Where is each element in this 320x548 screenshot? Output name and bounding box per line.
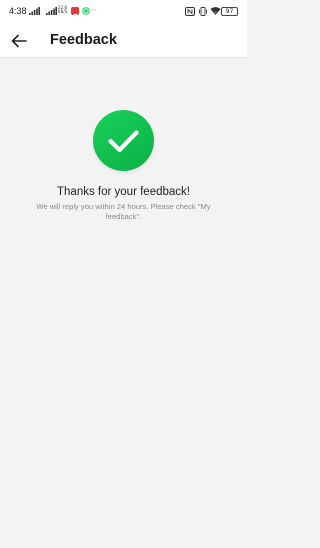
back-arrow-icon bbox=[11, 34, 27, 48]
divider bbox=[0, 57, 247, 58]
check-icon bbox=[108, 130, 139, 153]
signal-icon bbox=[29, 7, 40, 15]
vibrate-icon bbox=[199, 7, 207, 16]
nfc-icon bbox=[185, 7, 195, 16]
success-title: Thanks for your feedback! bbox=[57, 186, 190, 198]
success-message: We will reply you within 24 hours. Pleas… bbox=[36, 202, 211, 221]
network-speed: 22.8 KB/S bbox=[58, 6, 67, 14]
wifi-icon bbox=[210, 7, 221, 15]
app-badge-red-icon bbox=[71, 7, 79, 19]
status-bar: 4:38 22.8 KB/S ··· 97 bbox=[0, 0, 247, 24]
app-bar: Feedback bbox=[0, 24, 247, 58]
page-title: Feedback bbox=[50, 32, 117, 48]
back-button[interactable] bbox=[8, 30, 30, 52]
battery-icon: 97 bbox=[221, 7, 238, 16]
status-time: 4:38 bbox=[9, 6, 27, 16]
signal-icon bbox=[46, 7, 57, 15]
whatsapp-icon bbox=[82, 7, 90, 15]
network-speed-unit: KB/S bbox=[58, 9, 68, 14]
more-notifications-icon: ··· bbox=[91, 7, 97, 14]
success-check-icon bbox=[93, 110, 154, 171]
